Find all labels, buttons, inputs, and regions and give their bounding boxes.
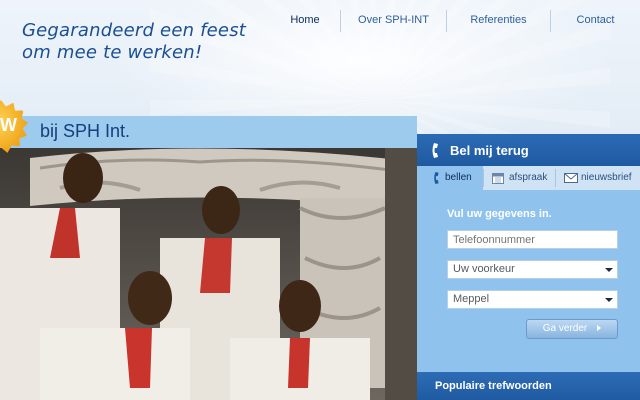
main-nav: Home Over SPH-INT Referenties Contact xyxy=(270,9,640,33)
hero-title: bij SPH Int. xyxy=(40,121,131,141)
tab-afspraak-label: afspraak xyxy=(509,172,548,183)
form-title: Vul uw gegevens in. xyxy=(447,208,552,220)
slogan-line-2: om mee te werken! xyxy=(22,42,203,63)
tab-nieuwsbrief-label: nieuwsbrief xyxy=(581,172,632,183)
phone-icon xyxy=(434,172,439,184)
group-photo-illustration xyxy=(0,148,417,400)
callback-panel-title: Bel mij terug xyxy=(450,143,529,158)
arrow-right-icon xyxy=(597,325,602,332)
preference-select-value: Uw voorkeur xyxy=(453,263,515,275)
tab-nieuwsbrief[interactable]: nieuwsbrief xyxy=(556,166,640,190)
new-badge-text: W xyxy=(0,115,17,135)
slogan-line-1: Gegarandeerd een feest xyxy=(22,20,247,41)
location-select[interactable]: Meppel xyxy=(447,290,618,309)
calendar-icon xyxy=(492,173,504,184)
callback-panel-header: Bel mij terug xyxy=(417,134,640,166)
nav-item-home[interactable]: Home xyxy=(270,9,340,33)
submit-button[interactable]: Ga verder xyxy=(526,319,618,339)
tab-bellen-label: bellen xyxy=(445,172,472,183)
phone-number-input[interactable] xyxy=(447,230,618,249)
callback-tabs: bellen afspraak nieuwsbrief xyxy=(417,166,640,190)
submit-button-label: Ga verder xyxy=(542,323,588,334)
callback-panel: Bel mij terug bellen afspraak nieuwsbrie… xyxy=(417,134,640,400)
nav-item-over-sph-int[interactable]: Over SPH-INT xyxy=(341,9,446,33)
tab-bellen[interactable]: bellen xyxy=(417,166,483,190)
tab-afspraak[interactable]: afspraak xyxy=(484,166,555,190)
slogan: Gegarandeerd een feest om mee te werken! xyxy=(22,20,282,64)
preference-select[interactable]: Uw voorkeur xyxy=(447,260,618,279)
location-select-value: Meppel xyxy=(453,293,490,305)
nav-item-contact[interactable]: Contact xyxy=(551,9,640,33)
phone-icon xyxy=(432,143,438,158)
nav-item-referenties[interactable]: Referenties xyxy=(447,9,550,33)
popular-keywords-header: Populaire trefwoorden xyxy=(417,372,640,400)
hero-photo xyxy=(0,148,417,400)
chevron-down-icon xyxy=(605,268,613,272)
chevron-down-icon xyxy=(605,298,613,302)
popular-keywords-title: Populaire trefwoorden xyxy=(435,380,552,392)
envelope-icon xyxy=(564,173,578,183)
